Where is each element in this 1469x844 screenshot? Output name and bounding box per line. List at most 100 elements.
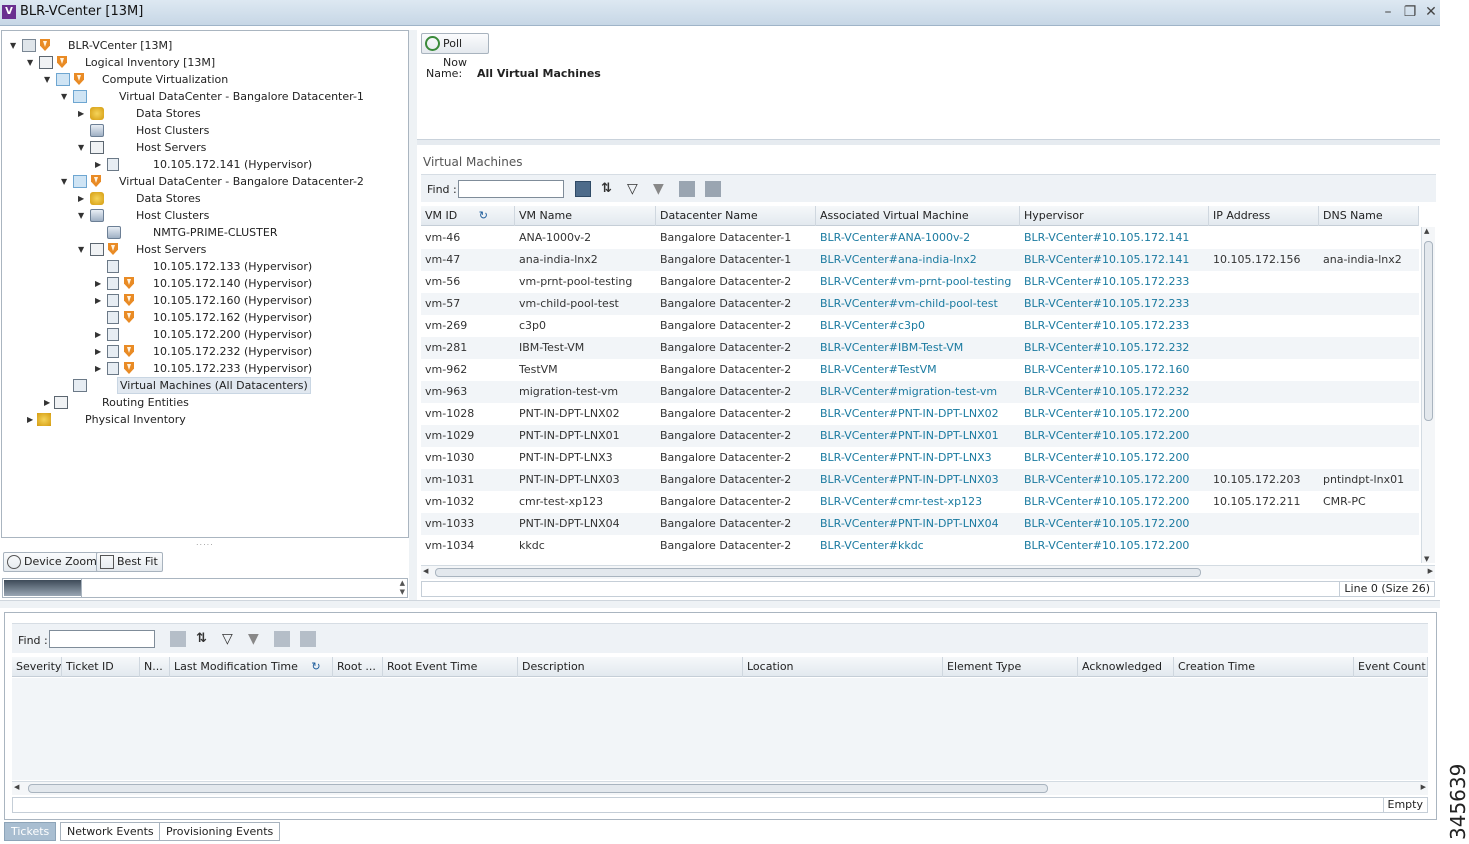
column-header-vm-name[interactable]: VM Name <box>515 206 656 226</box>
vertical-splitter[interactable] <box>409 30 417 600</box>
hypervisor-link[interactable]: BLR-VCenter#10.105.172.233 <box>1020 293 1209 315</box>
hypervisor-link[interactable]: BLR-VCenter#10.105.172.200 <box>1020 425 1209 447</box>
table-row[interactable]: vm-1034 kkdc Bangalore Datacenter-2 BLR-VCe… <box>421 535 1419 557</box>
table-row[interactable]: vm-57 vm-child-pool-test Bangalore Datacen… <box>421 293 1419 315</box>
column-header-severity[interactable]: Severity <box>12 657 62 677</box>
column-header-associated-vm[interactable]: Associated Virtual Machine <box>816 206 1020 226</box>
column-header-ticket-id[interactable]: Ticket ID <box>62 657 140 677</box>
column-header-root[interactable]: Root ... <box>333 657 383 677</box>
associated-vm-link[interactable]: BLR-VCenter#cmr-test-xp123 <box>816 491 1020 513</box>
export-icon[interactable] <box>170 631 186 647</box>
column-header-acknowledged[interactable]: Acknowledged <box>1078 657 1174 677</box>
filter-icon[interactable]: ▽ <box>222 631 238 647</box>
associated-vm-link[interactable]: BLR-VCenter#vm-prnt-pool-testing <box>816 271 1020 293</box>
associated-vm-link[interactable]: BLR-VCenter#PNT-IN-DPT-LNX03 <box>816 469 1020 491</box>
column-header-n[interactable]: N... <box>140 657 170 677</box>
table-row[interactable]: vm-47 ana-india-lnx2 Bangalore Datacenter-… <box>421 249 1419 271</box>
table-row[interactable]: vm-1028 PNT-IN-DPT-LNX02 Bangalore Datacen… <box>421 403 1419 425</box>
save-filter-icon[interactable] <box>679 181 695 197</box>
column-header-ip-address[interactable]: IP Address <box>1209 206 1319 226</box>
scroll-left-icon[interactable]: ◀ <box>14 783 19 791</box>
table-row[interactable]: vm-1033 PNT-IN-DPT-LNX04 Bangalore Datacen… <box>421 513 1419 535</box>
advanced-filter-icon[interactable]: ▼ <box>653 181 669 197</box>
horizontal-scrollbar[interactable]: ◀ ▶ <box>12 781 1428 795</box>
hypervisor-link[interactable]: BLR-VCenter#10.105.172.200 <box>1020 403 1209 425</box>
associated-vm-link[interactable]: BLR-VCenter#PNT-IN-DPT-LNX01 <box>816 425 1020 447</box>
save-filter-icon[interactable] <box>274 631 290 647</box>
column-header-element-type[interactable]: Element Type <box>943 657 1078 677</box>
hypervisor-link[interactable]: BLR-VCenter#10.105.172.233 <box>1020 271 1209 293</box>
table-row[interactable]: vm-46 ANA-1000v-2 Bangalore Datacenter-1 BL… <box>421 227 1419 249</box>
scrollbar-thumb[interactable] <box>28 784 1048 793</box>
find-input[interactable] <box>458 180 564 198</box>
clear-filter-icon[interactable] <box>300 631 316 647</box>
poll-now-button[interactable]: Poll Now <box>421 33 489 69</box>
table-row[interactable]: vm-281 IBM-Test-VM Bangalore Datacenter-2 B… <box>421 337 1419 359</box>
sort-icon[interactable]: ⇅ <box>601 181 617 197</box>
close-button[interactable]: ✕ <box>1423 3 1439 21</box>
export-icon[interactable] <box>575 181 591 197</box>
hypervisor-link[interactable]: BLR-VCenter#10.105.172.232 <box>1020 337 1209 359</box>
associated-vm-link[interactable]: BLR-VCenter#PNT-IN-DPT-LNX02 <box>816 403 1020 425</box>
scroll-right-icon[interactable]: ▶ <box>1421 783 1426 791</box>
scroll-up-icon[interactable]: ▲ <box>1424 227 1429 235</box>
table-row[interactable]: vm-963 migration-test-vm Bangalore Datacen… <box>421 381 1419 403</box>
scroll-up-icon[interactable]: ▲ <box>400 579 405 587</box>
hypervisor-link[interactable]: BLR-VCenter#10.105.172.141 <box>1020 227 1209 249</box>
horizontal-splitter[interactable] <box>417 139 1440 145</box>
associated-vm-link[interactable]: BLR-VCenter#PNT-IN-DPT-LNX3 <box>816 447 1020 469</box>
scrollbar-thumb[interactable] <box>435 568 1201 577</box>
minimize-button[interactable]: – <box>1380 3 1396 21</box>
associated-vm-link[interactable]: BLR-VCenter#kkdc <box>816 535 1020 557</box>
hypervisor-link[interactable]: BLR-VCenter#10.105.172.200 <box>1020 447 1209 469</box>
table-row[interactable]: vm-1031 PNT-IN-DPT-LNX03 Bangalore Datacen… <box>421 469 1419 491</box>
advanced-filter-icon[interactable]: ▼ <box>248 631 264 647</box>
horizontal-scrollbar[interactable]: ◀ ▶ <box>421 565 1435 579</box>
device-zoom-button[interactable]: Device Zoom <box>3 552 102 572</box>
hypervisor-link[interactable]: BLR-VCenter#10.105.172.141 <box>1020 249 1209 271</box>
clear-filter-icon[interactable] <box>705 181 721 197</box>
column-header-vm-id[interactable]: VM ID ↻ <box>421 206 515 226</box>
bottom-splitter[interactable] <box>0 600 1440 608</box>
scroll-right-icon[interactable]: ▶ <box>1428 567 1433 575</box>
column-header-description[interactable]: Description <box>518 657 743 677</box>
scrollbar-thumb[interactable] <box>1424 241 1433 421</box>
associated-vm-link[interactable]: BLR-VCenter#vm-child-pool-test <box>816 293 1020 315</box>
associated-vm-link[interactable]: BLR-VCenter#ANA-1000v-2 <box>816 227 1020 249</box>
vertical-scrollbar[interactable]: ▲ ▼ <box>1421 227 1435 563</box>
hypervisor-link[interactable]: BLR-VCenter#10.105.172.200 <box>1020 535 1209 557</box>
sort-icon[interactable]: ⇅ <box>196 631 212 647</box>
column-header-datacenter[interactable]: Datacenter Name <box>656 206 816 226</box>
table-row[interactable]: vm-1032 cmr-test-xp123 Bangalore Datacente… <box>421 491 1419 513</box>
best-fit-button[interactable]: Best Fit <box>96 552 163 572</box>
tab-provisioning-events[interactable]: Provisioning Events <box>159 822 281 841</box>
column-header-location[interactable]: Location <box>743 657 943 677</box>
table-row[interactable]: vm-269 c3p0 Bangalore Datacenter-2 BLR-VCen… <box>421 315 1419 337</box>
column-header-creation-time[interactable]: Creation Time <box>1174 657 1354 677</box>
splitter-handle[interactable]: ..... <box>196 538 214 547</box>
table-row[interactable]: vm-1030 PNT-IN-DPT-LNX3 Bangalore Datacent… <box>421 447 1419 469</box>
column-header-root-event-time[interactable]: Root Event Time <box>383 657 518 677</box>
table-row[interactable]: vm-1029 PNT-IN-DPT-LNX01 Bangalore Datacen… <box>421 425 1419 447</box>
column-header-hypervisor[interactable]: Hypervisor <box>1020 206 1209 226</box>
hypervisor-link[interactable]: BLR-VCenter#10.105.172.233 <box>1020 315 1209 337</box>
column-header-dns-name[interactable]: DNS Name <box>1319 206 1419 226</box>
events-find-input[interactable] <box>49 630 155 648</box>
scroll-left-icon[interactable]: ◀ <box>423 567 428 575</box>
associated-vm-link[interactable]: BLR-VCenter#migration-test-vm <box>816 381 1020 403</box>
hypervisor-link[interactable]: BLR-VCenter#10.105.172.200 <box>1020 513 1209 535</box>
hypervisor-link[interactable]: BLR-VCenter#10.105.172.200 <box>1020 469 1209 491</box>
associated-vm-link[interactable]: BLR-VCenter#IBM-Test-VM <box>816 337 1020 359</box>
column-header-last-modification-time[interactable]: Last Modification Time ↻ <box>170 657 333 677</box>
filter-icon[interactable]: ▽ <box>627 181 643 197</box>
scroll-down-icon[interactable]: ▼ <box>400 588 405 596</box>
table-row[interactable]: vm-962 TestVM Bangalore Datacenter-2 BLR-VC… <box>421 359 1419 381</box>
tab-network-events[interactable]: Network Events <box>60 822 161 841</box>
restore-button[interactable]: ❐ <box>1402 3 1418 21</box>
hypervisor-link[interactable]: BLR-VCenter#10.105.172.160 <box>1020 359 1209 381</box>
table-row[interactable]: vm-56 vm-prnt-pool-testing Bangalore Datac… <box>421 271 1419 293</box>
overview-map[interactable]: ▲ ▼ <box>2 578 408 598</box>
tab-tickets[interactable]: Tickets <box>4 822 57 841</box>
associated-vm-link[interactable]: BLR-VCenter#ana-india-lnx2 <box>816 249 1020 271</box>
column-header-event-count[interactable]: Event Count <box>1354 657 1428 677</box>
